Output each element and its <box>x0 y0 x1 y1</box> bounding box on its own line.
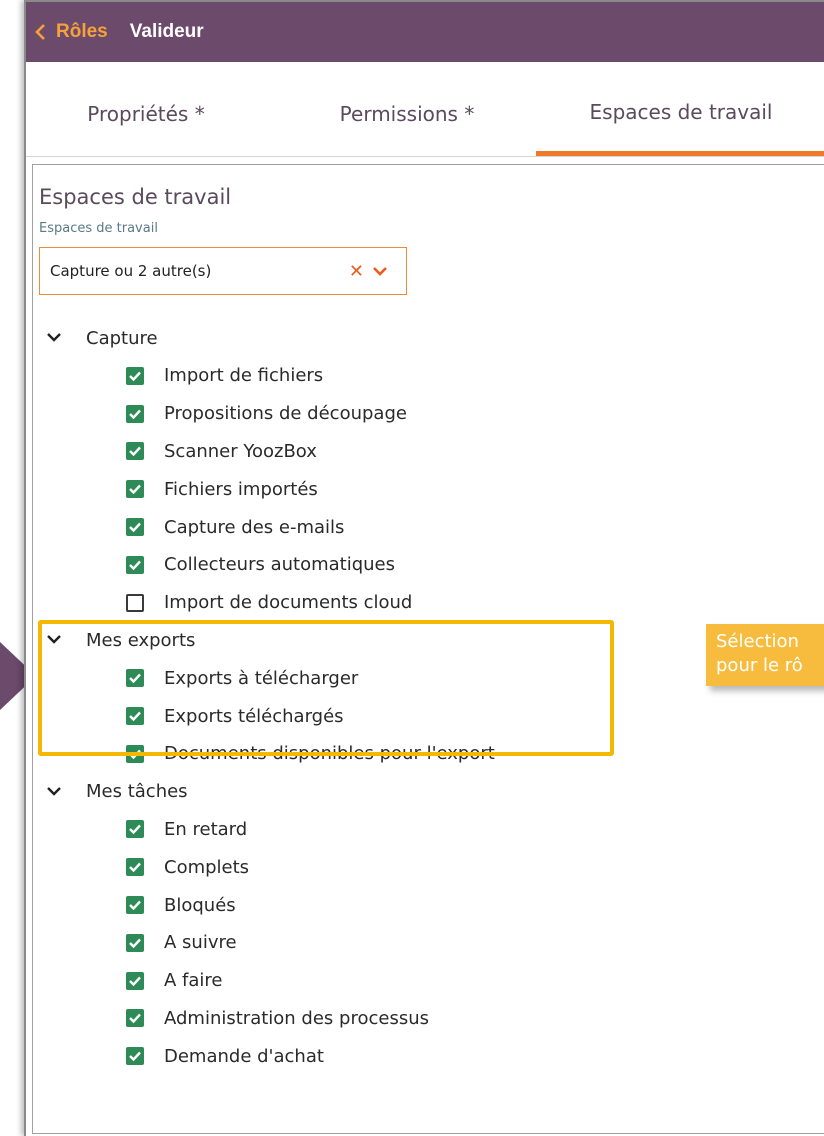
tree-item-label: Complets <box>164 856 250 878</box>
tree-item-label: Bloqués <box>164 894 236 916</box>
tree-item-label: Fichiers importés <box>164 478 318 500</box>
checkbox-checked-icon[interactable] <box>126 442 144 461</box>
tree-group-label: Mes tâches <box>86 781 188 803</box>
header-bar: Rôles Valideur <box>26 2 824 62</box>
role-window: Rôles Valideur Propriétés * Permissions … <box>24 0 824 1136</box>
tree-item[interactable]: Bloqués <box>126 891 236 919</box>
tree-group[interactable]: Capture <box>46 324 158 352</box>
tree-item[interactable]: Import de fichiers <box>126 362 323 390</box>
callout-tooltip: Sélection pour le rô <box>706 624 824 686</box>
tree-group[interactable]: Mes tâches <box>46 778 188 806</box>
tab-permissions[interactable]: Permissions * <box>292 72 522 156</box>
tree-item[interactable]: Propositions de découpage <box>126 400 407 428</box>
back-link[interactable]: Rôles <box>34 21 108 43</box>
checkbox-checked-icon[interactable] <box>126 1009 144 1028</box>
tree-item-label: A faire <box>164 970 223 992</box>
tree-item-label: Capture des e-mails <box>164 516 345 538</box>
workspaces-select[interactable]: Capture ou 2 autre(s) ✕ <box>39 247 407 295</box>
tree-item[interactable]: Demande d'achat <box>126 1042 324 1070</box>
checkbox-checked-icon[interactable] <box>126 858 144 877</box>
select-value: Capture ou 2 autre(s) <box>50 262 212 280</box>
checkbox-checked-icon[interactable] <box>126 1047 144 1066</box>
tree-item-label: Collecteurs automatiques <box>164 554 396 576</box>
checkbox-checked-icon[interactable] <box>126 404 144 423</box>
chevron-down-icon[interactable] <box>372 265 388 277</box>
checkbox-checked-icon[interactable] <box>126 820 144 839</box>
tree-item[interactable]: Complets <box>126 853 249 881</box>
tree-item[interactable]: Fichiers importés <box>126 475 318 503</box>
tree-item[interactable]: Capture des e-mails <box>126 513 344 541</box>
tab-properties[interactable]: Propriétés * <box>46 72 246 156</box>
callout-line-1: Sélection <box>716 631 799 652</box>
chevron-down-icon[interactable] <box>46 785 64 799</box>
back-label[interactable]: Rôles <box>56 21 108 43</box>
checkbox-unchecked-icon[interactable] <box>126 593 144 612</box>
tab-bar: Propriétés * Permissions * Espaces de tr… <box>26 72 824 157</box>
role-title: Valideur <box>129 21 204 42</box>
tree-item[interactable]: Administration des processus <box>126 1004 429 1032</box>
tree-item[interactable]: Import de documents cloud <box>126 589 412 617</box>
tree-item[interactable]: En retard <box>126 815 247 843</box>
tree-item[interactable]: Collecteurs automatiques <box>126 551 395 579</box>
tree-item[interactable]: A suivre <box>126 929 237 957</box>
tree-item-label: Scanner YoozBox <box>164 440 317 462</box>
tab-workspaces[interactable]: Espaces de travail <box>536 72 824 156</box>
checkbox-checked-icon[interactable] <box>126 518 144 536</box>
checkbox-checked-icon[interactable] <box>126 933 144 952</box>
field-label: Espaces de travail <box>39 221 158 236</box>
tree-item[interactable]: A faire <box>126 967 222 995</box>
tree-item-label: Import de documents cloud <box>164 592 413 614</box>
chevron-down-icon[interactable] <box>46 331 64 345</box>
tree-item-label: Import de fichiers <box>164 365 324 387</box>
tree-item[interactable]: Scanner YoozBox <box>126 437 317 465</box>
chevron-left-icon <box>35 24 45 40</box>
callout-line-2: pour le rô <box>716 655 803 676</box>
checkbox-checked-icon[interactable] <box>126 896 144 914</box>
tree-group-label: Capture <box>86 327 158 349</box>
tree-item-label: Propositions de découpage <box>164 403 407 425</box>
tree-item-label: Administration des processus <box>164 1007 429 1029</box>
checkbox-checked-icon[interactable] <box>126 555 144 574</box>
checkbox-checked-icon[interactable] <box>126 971 144 990</box>
tree-item-label: Demande d'achat <box>164 1045 324 1067</box>
section-title: Espaces de travail <box>39 185 232 209</box>
clear-icon[interactable]: ✕ <box>349 261 364 282</box>
checkbox-checked-icon[interactable] <box>126 366 144 385</box>
highlight-box <box>38 620 614 756</box>
tree-item-label: A suivre <box>164 932 237 954</box>
checkbox-checked-icon[interactable] <box>126 480 144 499</box>
tree-item-label: En retard <box>164 818 248 840</box>
